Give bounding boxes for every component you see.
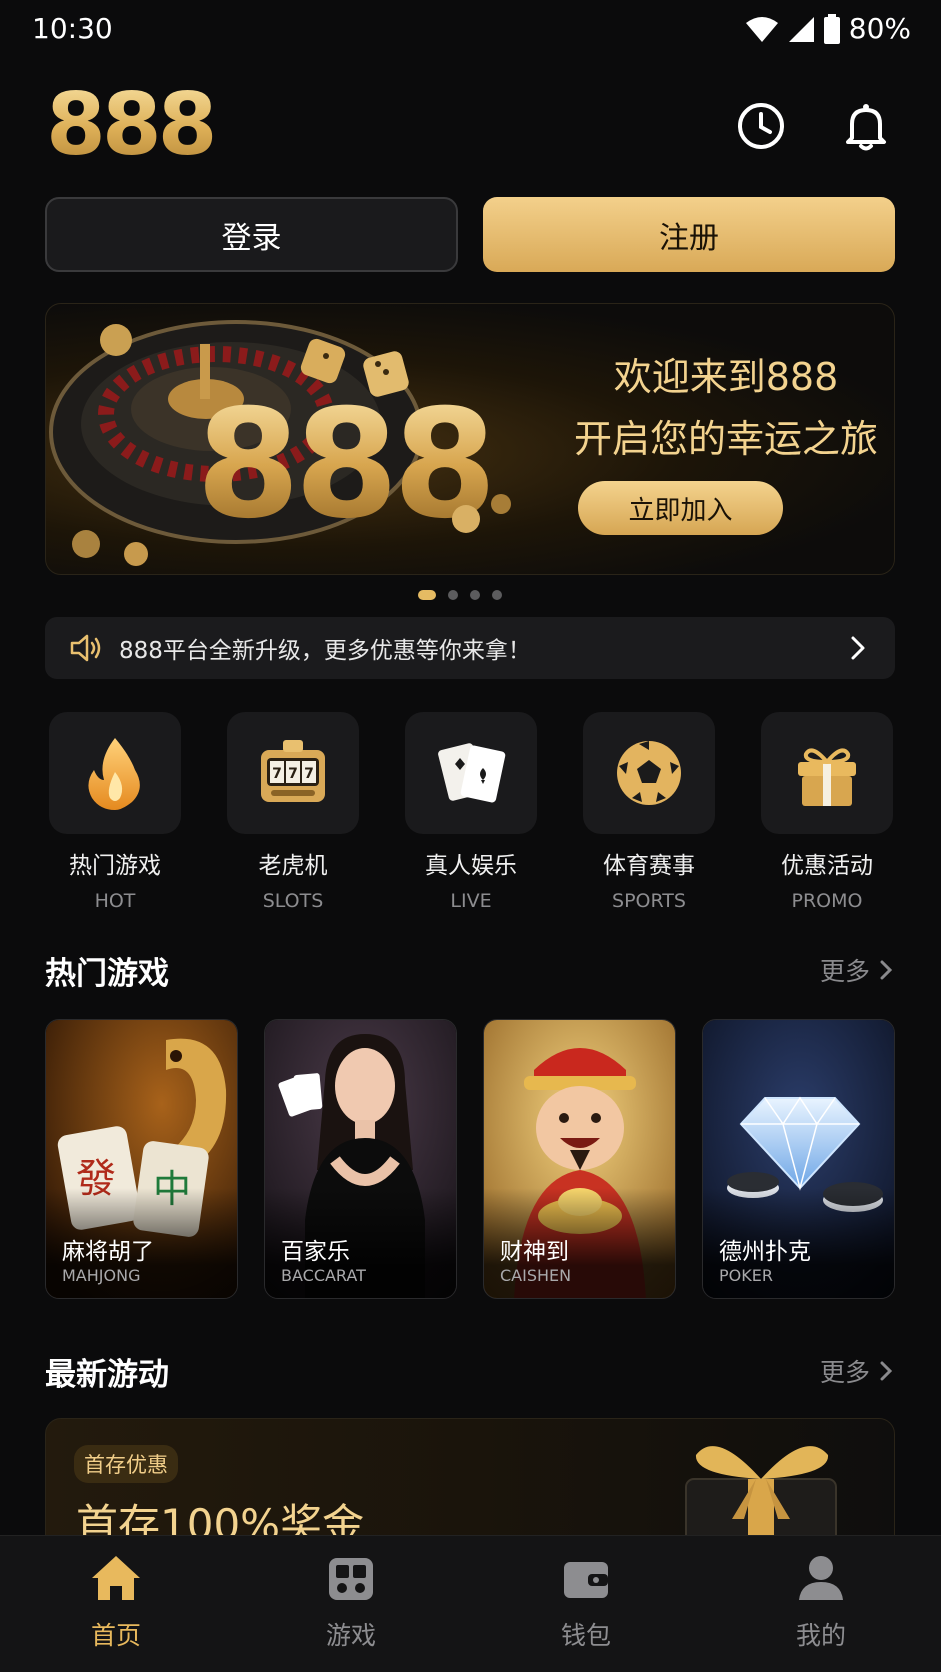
category-label: 热门游戏 bbox=[69, 853, 161, 879]
wallet-icon bbox=[564, 1562, 608, 1598]
nav-label: 游戏 bbox=[325, 1621, 376, 1650]
section-title-activities: 最新游动 bbox=[45, 1357, 169, 1393]
category-sub: SPORTS bbox=[612, 890, 686, 912]
battery-percent: 80% bbox=[848, 12, 911, 45]
category-sub: LIVE bbox=[450, 890, 492, 912]
nav-label: 钱包 bbox=[560, 1621, 611, 1650]
soccer-ball-icon bbox=[617, 741, 681, 805]
pagination-dot[interactable] bbox=[470, 590, 480, 600]
game-name: 麻将胡了 bbox=[62, 1239, 154, 1265]
announcement-text: 888平台全新升级，更多优惠等你来拿！ bbox=[119, 638, 531, 664]
user-icon bbox=[799, 1556, 843, 1600]
hot-games-more-link[interactable]: 更多 bbox=[820, 952, 896, 988]
category-promo[interactable]: 优惠活动 PROMO bbox=[761, 712, 893, 912]
nav-home[interactable]: 首页 bbox=[56, 1550, 176, 1652]
svg-text:7: 7 bbox=[304, 766, 314, 782]
bell-icon[interactable] bbox=[840, 100, 892, 152]
category-label: 优惠活动 bbox=[781, 853, 873, 879]
nav-wallet[interactable]: 钱包 bbox=[526, 1550, 646, 1652]
pagination-dot[interactable] bbox=[448, 590, 458, 600]
speaker-icon bbox=[70, 634, 101, 662]
fire-icon bbox=[88, 738, 140, 810]
login-button[interactable]: 登录 bbox=[45, 197, 458, 272]
join-now-button[interactable]: 立即加入 bbox=[578, 481, 783, 535]
category-slots[interactable]: 7 7 7 老虎机 SLOTS bbox=[227, 712, 359, 912]
status-indicators: 80% bbox=[745, 12, 911, 45]
game-card-caishen[interactable]: 财神到 CAISHEN bbox=[483, 1019, 676, 1299]
category-live[interactable]: 真人娱乐 LIVE bbox=[405, 712, 537, 912]
svg-text:7: 7 bbox=[272, 766, 282, 782]
slot-machine-icon: 7 7 7 bbox=[261, 740, 325, 802]
bottom-navigation: 首页 游戏 钱包 我的 bbox=[0, 1535, 941, 1672]
game-en-name: BACCARAT bbox=[281, 1266, 366, 1285]
banner-art-888: 888 bbox=[196, 378, 491, 552]
game-en-name: MAHJONG bbox=[62, 1266, 141, 1285]
register-button[interactable]: 注册 bbox=[483, 197, 895, 272]
banner-title-line2: 开启您的幸运之旅 bbox=[573, 417, 878, 461]
game-icon bbox=[329, 1558, 373, 1600]
category-sports[interactable]: 体育赛事 SPORTS bbox=[583, 712, 715, 912]
section-title-hot-games: 热门游戏 bbox=[45, 956, 169, 992]
wifi-icon bbox=[745, 16, 778, 42]
hero-banner[interactable]: 888 欢迎来到888 开启您的幸运之旅 立即加入 bbox=[45, 303, 895, 575]
pagination-dot[interactable] bbox=[418, 590, 436, 600]
category-sub: SLOTS bbox=[262, 890, 324, 912]
brand-logo[interactable]: 888 bbox=[46, 82, 218, 168]
game-name: 德州扑克 bbox=[719, 1239, 811, 1265]
chevron-right-icon[interactable] bbox=[843, 633, 873, 663]
chevron-right-icon bbox=[880, 1361, 893, 1381]
nav-label: 我的 bbox=[795, 1621, 846, 1650]
status-time: 10:30 bbox=[32, 12, 113, 45]
gift-icon bbox=[798, 748, 856, 806]
category-sub: PROMO bbox=[791, 890, 863, 912]
category-label: 老虎机 bbox=[258, 853, 328, 879]
promo-tag: 首存优惠 bbox=[74, 1445, 178, 1483]
battery-icon bbox=[823, 13, 840, 44]
category-sub: HOT bbox=[94, 890, 136, 912]
more-label: 更多 bbox=[819, 957, 870, 986]
roulette-banner-image: 888 bbox=[49, 320, 511, 566]
pagination-dot[interactable] bbox=[492, 590, 502, 600]
game-card-baccarat[interactable]: 百家乐 BACCARAT bbox=[264, 1019, 457, 1299]
game-card-poker[interactable]: 德州扑克 POKER bbox=[702, 1019, 895, 1299]
more-label: 更多 bbox=[819, 1358, 870, 1387]
game-card-mahjong[interactable]: 發 中 麻将胡了 MAHJONG bbox=[45, 1019, 238, 1299]
banner-pagination bbox=[418, 590, 502, 600]
history-clock-icon[interactable] bbox=[735, 100, 787, 152]
game-en-name: CAISHEN bbox=[500, 1266, 572, 1285]
category-hot[interactable]: 热门游戏 HOT bbox=[49, 712, 181, 912]
game-en-name: POKER bbox=[719, 1266, 773, 1285]
category-label: 真人娱乐 bbox=[425, 853, 517, 879]
game-name: 财神到 bbox=[500, 1239, 569, 1265]
nav-label: 首页 bbox=[90, 1621, 141, 1650]
category-label: 体育赛事 bbox=[603, 853, 695, 879]
nav-profile[interactable]: 我的 bbox=[761, 1550, 881, 1652]
game-name: 百家乐 bbox=[281, 1239, 350, 1265]
announcement-bar[interactable]: 888平台全新升级，更多优惠等你来拿！ bbox=[45, 617, 895, 679]
home-icon bbox=[92, 1556, 140, 1600]
playing-cards-icon bbox=[438, 743, 506, 803]
banner-title-line1: 欢迎来到888 bbox=[613, 355, 839, 399]
signal-icon bbox=[788, 16, 814, 42]
status-bar: 10:30 80% bbox=[0, 0, 941, 60]
svg-text:7: 7 bbox=[288, 766, 298, 782]
chevron-right-icon bbox=[880, 960, 893, 980]
activities-more-link[interactable]: 更多 bbox=[820, 1353, 896, 1389]
nav-games[interactable]: 游戏 bbox=[291, 1550, 411, 1652]
